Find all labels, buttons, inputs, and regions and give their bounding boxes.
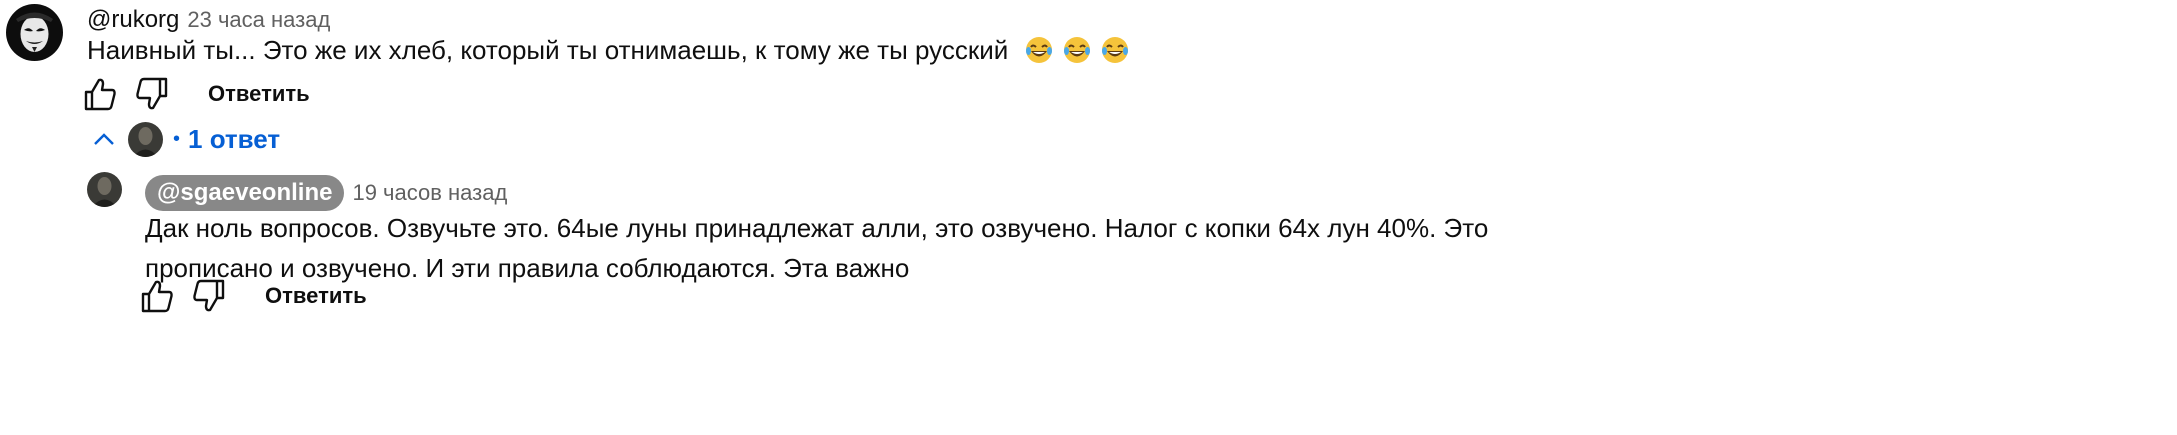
grinning-with-tears-emoji — [1062, 35, 1092, 65]
comment-text-body: Наивный ты... Это же их хлеб, который ты… — [87, 35, 1009, 65]
reply-button[interactable]: Ответить — [265, 283, 367, 309]
reply-author-chip[interactable]: @sgaeveonline — [145, 175, 345, 211]
replies-toggle[interactable]: • 1 ответ — [92, 122, 280, 157]
grinning-with-tears-emoji — [1100, 35, 1130, 65]
chevron-up-icon[interactable] — [92, 128, 116, 152]
dislike-icon[interactable] — [189, 276, 229, 316]
commenter-avatar[interactable] — [6, 4, 63, 61]
reply-header: @sgaeveonline 19 часов назад — [145, 175, 507, 211]
replies-count[interactable]: 1 ответ — [188, 124, 280, 155]
comment-text: Наивный ты... Это же их хлеб, который ты… — [87, 30, 2147, 70]
reply-timestamp[interactable]: 19 часов назад — [352, 180, 507, 206]
reply-author-avatar[interactable] — [87, 172, 122, 207]
dislike-icon[interactable] — [132, 74, 172, 114]
bullet-separator: • — [173, 128, 181, 150]
replier-mini-avatar — [128, 122, 163, 157]
grinning-with-tears-emoji — [1024, 35, 1054, 65]
reply-button[interactable]: Ответить — [208, 81, 310, 107]
comment-actions: Ответить — [80, 74, 310, 114]
like-icon[interactable] — [137, 276, 177, 316]
reply-actions: Ответить — [137, 276, 367, 316]
like-icon[interactable] — [80, 74, 120, 114]
